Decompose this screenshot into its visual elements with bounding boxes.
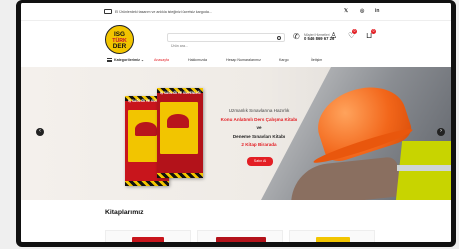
- product-cover: [216, 237, 266, 242]
- section-title: Kitaplarımız: [105, 209, 144, 216]
- book-2-title: İŞ SAĞLIĞI VE GÜVENLİĞİ: [160, 91, 201, 95]
- hero-line-3: ve: [256, 125, 262, 130]
- product-cover: [132, 237, 164, 242]
- phone-icon: ✆: [293, 32, 300, 41]
- menu-icon: [107, 57, 112, 62]
- nav-item-contact[interactable]: İletişim: [311, 58, 322, 62]
- truck-icon: [104, 9, 112, 14]
- slider-prev-arrow[interactable]: ‹: [36, 128, 44, 136]
- buy-now-button[interactable]: Satın Al: [247, 157, 273, 166]
- browser-frame: El Ürünlerdeki tasarım ve anlıkla isteği…: [16, 0, 456, 247]
- top-bar: El Ürünlerdeki tasarım ve anlıkla isteği…: [21, 3, 451, 21]
- linkedin-icon[interactable]: in: [375, 8, 379, 14]
- search-icon[interactable]: [277, 35, 281, 40]
- shipping-notice: El Ürünlerdeki tasarım ve anlıkla isteği…: [115, 10, 212, 14]
- cart-count-badge: 0: [371, 29, 376, 34]
- wishlist-count-badge: 0: [352, 29, 357, 34]
- product-cover: [316, 237, 350, 242]
- hero-line-4: Deneme Sınavları Kitabı: [232, 133, 286, 139]
- hero-line-5: 2 Kitap Birarada: [241, 142, 277, 147]
- x-social-icon[interactable]: 𝕏: [344, 8, 348, 14]
- main-nav: Kategorilerimiz ⌄ Anasayfa Hakkımızda He…: [21, 55, 451, 65]
- instagram-icon[interactable]: ◎: [360, 8, 364, 14]
- nav-item-about[interactable]: Hakkımızda: [188, 58, 207, 62]
- nav-item-home[interactable]: Anasayfa: [154, 58, 169, 62]
- book-cover-2[interactable]: İŞ SAĞLIĞI VE GÜVENLİĞİ: [157, 88, 203, 178]
- nav-categories[interactable]: Kategorilerimiz ⌄: [114, 58, 144, 62]
- hero-line-1: Uzmanlık Sınavlarına Hazırlık: [228, 108, 290, 113]
- product-card[interactable]: [197, 230, 283, 242]
- hero-text: Uzmanlık Sınavlarına Hazırlık Konu Anlat…: [209, 107, 309, 150]
- product-card[interactable]: [289, 230, 375, 242]
- hero-vest-stripe: [397, 165, 451, 171]
- search-box[interactable]: [167, 33, 285, 50]
- search-input[interactable]: [171, 42, 271, 50]
- nav-item-bank-accounts[interactable]: Hesap Numaralarımız: [226, 58, 261, 62]
- slider-next-arrow[interactable]: ›: [437, 128, 445, 136]
- hero-line-2: Konu Anlatımlı Ders Çalışma Kitabı: [220, 116, 298, 122]
- nav-item-shipping[interactable]: Kargo: [279, 58, 289, 62]
- product-card[interactable]: [105, 230, 191, 242]
- user-icon[interactable]: ♙: [330, 31, 337, 40]
- site-logo[interactable]: ISG TÜRK DER: [105, 25, 134, 54]
